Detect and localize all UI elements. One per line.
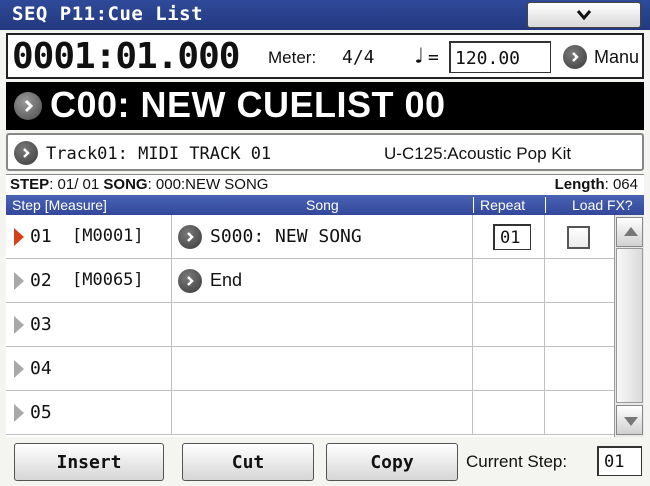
tempo-equals: = xyxy=(428,47,439,68)
song-cell xyxy=(172,347,473,390)
step-cell[interactable]: 03 xyxy=(6,303,172,346)
meter-label: Meter: xyxy=(268,48,317,67)
table-row[interactable]: 01 [M0001] S000: NEW SONG 01 xyxy=(6,215,614,259)
loadfx-cell xyxy=(545,347,614,390)
length-label: Length xyxy=(554,176,605,193)
tempo-mode-popup-icon[interactable] xyxy=(563,45,587,69)
cuelist-popup-icon[interactable] xyxy=(14,92,42,120)
track-select-bar[interactable]: Track01: MIDI TRACK 01 U-C125:Acoustic P… xyxy=(6,133,644,171)
current-step-field[interactable]: 01 xyxy=(597,446,642,476)
arrow-up-icon xyxy=(624,227,638,236)
song-cell[interactable]: End xyxy=(172,259,473,302)
scroll-down-button[interactable] xyxy=(616,405,643,435)
step-arrow-icon xyxy=(14,404,24,422)
step-number: 03 xyxy=(30,314,52,335)
page-menu-button[interactable] xyxy=(527,2,641,28)
repeat-field[interactable]: 01 xyxy=(493,224,531,250)
song-popup-icon[interactable] xyxy=(178,225,202,249)
loadfx-cell xyxy=(545,259,614,302)
meter-value[interactable]: 4/4 xyxy=(342,47,375,68)
loadfx-cell xyxy=(545,303,614,346)
step-arrow-icon xyxy=(14,272,24,290)
scroll-up-button[interactable] xyxy=(616,217,643,247)
step-number: 05 xyxy=(30,402,52,423)
quarter-note-icon: ♩ xyxy=(412,44,426,69)
repeat-cell xyxy=(473,347,545,390)
song-info-value: : 000:NEW SONG xyxy=(147,176,269,193)
transport-bar: 0001:01.000 Meter: 4/4 ♩ = 120.00 Manu xyxy=(6,33,644,79)
tempo-mode-value[interactable]: Manu xyxy=(594,47,639,68)
column-step: Step [Measure] xyxy=(12,197,107,213)
location-field[interactable]: 0001:01.000 xyxy=(12,36,240,77)
table-row[interactable]: 02 [M0065] End xyxy=(6,259,614,303)
table-row[interactable]: 04 xyxy=(6,347,614,391)
track-name[interactable]: Track01: MIDI TRACK 01 xyxy=(46,144,271,164)
arrow-down-icon xyxy=(624,417,638,426)
song-name[interactable]: S000: NEW SONG xyxy=(210,226,362,247)
table-row[interactable]: 03 xyxy=(6,303,614,347)
step-cell[interactable]: 01 [M0001] xyxy=(6,215,172,258)
chevron-down-icon xyxy=(576,10,592,21)
tempo-field[interactable]: 120.00 xyxy=(449,41,551,73)
cuelist-select-bar[interactable]: C00: NEW CUELIST 00 xyxy=(6,82,644,130)
song-cell[interactable]: S000: NEW SONG xyxy=(172,215,473,258)
column-divider xyxy=(545,197,546,213)
step-number: 04 xyxy=(30,358,52,379)
repeat-cell xyxy=(473,391,545,434)
step-cell[interactable]: 04 xyxy=(6,347,172,390)
bottom-toolbar: Insert Cut Copy Current Step: 01 xyxy=(0,440,650,486)
step-info-value: : 01/ 01 xyxy=(49,176,100,193)
song-cell xyxy=(172,303,473,346)
title-bar: SEQ P11:Cue List xyxy=(0,0,650,30)
table-row[interactable]: 05 xyxy=(6,391,614,435)
step-arrow-icon xyxy=(14,360,24,378)
step-cell[interactable]: 05 xyxy=(6,391,172,434)
copy-button[interactable]: Copy xyxy=(326,443,458,481)
current-step-label: Current Step: xyxy=(466,452,568,471)
track-popup-icon[interactable] xyxy=(14,141,38,165)
table-scrollbar[interactable] xyxy=(614,215,644,437)
repeat-cell xyxy=(473,303,545,346)
repeat-cell[interactable]: 01 xyxy=(473,215,545,258)
column-header: Step [Measure] Song Repeat Load FX? xyxy=(6,195,644,215)
column-loadfx: Load FX? xyxy=(572,197,633,213)
scroll-thumb[interactable] xyxy=(616,248,643,403)
column-divider xyxy=(473,197,474,213)
step-number: 02 xyxy=(30,270,52,291)
current-step-arrow-icon xyxy=(14,228,24,246)
step-measure: [M0065] xyxy=(72,270,144,290)
cut-button[interactable]: Cut xyxy=(182,443,314,481)
cuelist-name[interactable]: C00: NEW CUELIST 00 xyxy=(50,84,446,126)
step-number: 01 xyxy=(30,226,52,247)
length-value: : 064 xyxy=(604,176,638,193)
repeat-cell xyxy=(473,259,545,302)
step-info-label: STEP xyxy=(10,176,50,193)
page-title: SEQ P11:Cue List xyxy=(12,3,204,25)
step-cell[interactable]: 02 [M0065] xyxy=(6,259,172,302)
track-program: U-C125:Acoustic Pop Kit xyxy=(384,144,572,163)
column-song: Song xyxy=(306,197,339,213)
song-cell xyxy=(172,391,473,434)
loadfx-cell xyxy=(545,391,614,434)
song-name[interactable]: End xyxy=(210,270,242,291)
step-arrow-icon xyxy=(14,316,24,334)
loadfx-checkbox[interactable] xyxy=(567,226,590,249)
song-popup-icon[interactable] xyxy=(178,269,202,293)
column-repeat: Repeat xyxy=(480,197,526,213)
step-info-line: STEP: 01/ 01 SONG: 000:NEW SONG Length: … xyxy=(6,174,644,195)
song-info-label: SONG xyxy=(103,176,148,193)
step-measure: [M0001] xyxy=(72,226,144,246)
loadfx-cell[interactable] xyxy=(545,215,614,258)
insert-button[interactable]: Insert xyxy=(14,443,164,481)
cue-step-table: 01 [M0001] S000: NEW SONG 01 02 [M0065] … xyxy=(6,215,614,437)
